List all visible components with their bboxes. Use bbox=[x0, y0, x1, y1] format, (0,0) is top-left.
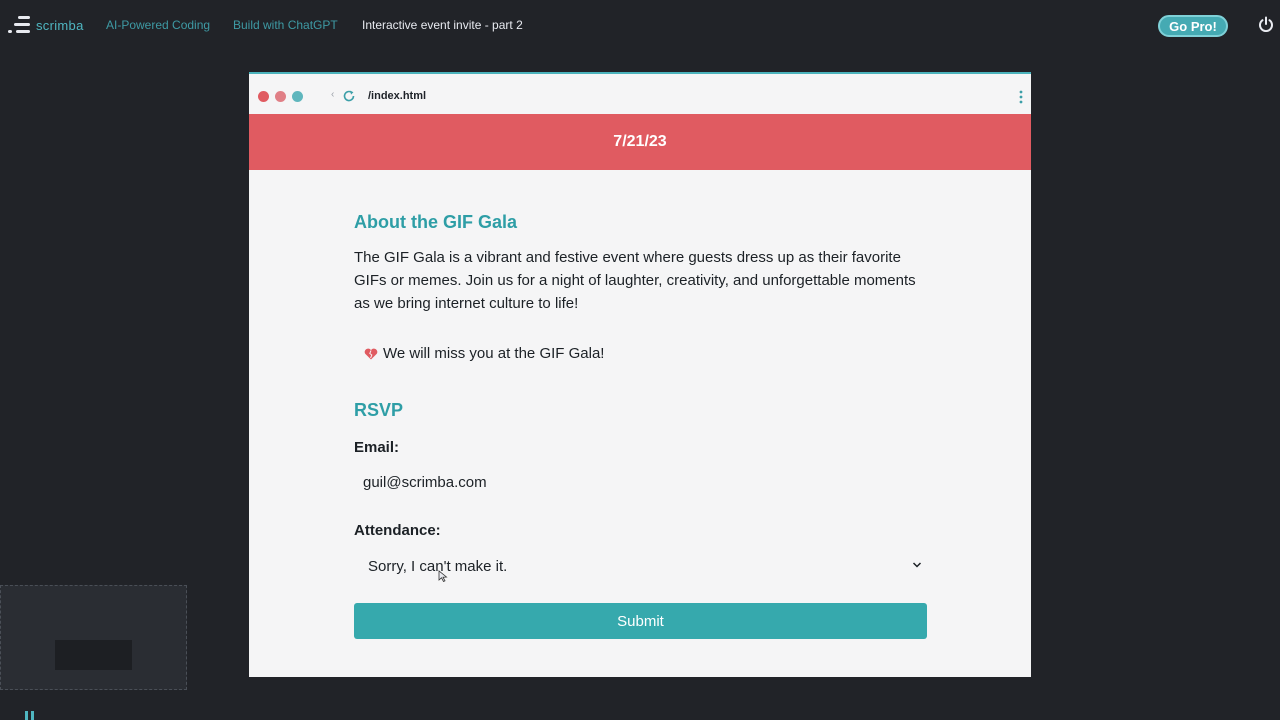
rsvp-heading: RSVP bbox=[354, 400, 404, 420]
mouse-cursor-icon bbox=[438, 570, 448, 582]
address-bar-url[interactable]: /index.html bbox=[368, 90, 426, 102]
breadcrumb-course[interactable]: AI-Powered Coding bbox=[106, 18, 210, 32]
browser-toolbar: ‹ /index.html bbox=[249, 72, 1031, 116]
event-date-banner: 7/21/23 bbox=[249, 114, 1031, 170]
maximize-dot-icon[interactable] bbox=[292, 91, 303, 102]
more-menu-icon[interactable] bbox=[1019, 90, 1023, 104]
pause-icon[interactable] bbox=[24, 711, 36, 720]
about-description: The GIF Gala is a vibrant and festive ev… bbox=[354, 249, 916, 312]
close-dot-icon[interactable] bbox=[258, 91, 269, 102]
reload-icon[interactable] bbox=[342, 89, 356, 103]
top-nav-bar: scrimba AI-Powered Coding Build with Cha… bbox=[0, 0, 1280, 50]
back-arrow-icon[interactable]: ‹ bbox=[331, 89, 334, 100]
breadcrumb-lesson: Interactive event invite - part 2 bbox=[362, 18, 523, 32]
webcam-thumbnail[interactable] bbox=[0, 585, 187, 690]
submit-button[interactable]: Submit bbox=[354, 603, 927, 639]
email-field[interactable] bbox=[354, 466, 927, 498]
power-icon[interactable] bbox=[1258, 16, 1274, 32]
attendance-label: Attendance: bbox=[354, 522, 441, 539]
broken-heart-icon bbox=[364, 348, 378, 359]
scrimba-logo[interactable]: scrimba bbox=[8, 16, 84, 34]
about-section: About the GIF Gala The GIF Gala is a vib… bbox=[354, 212, 927, 362]
miss-message-text: We will miss you at the GIF Gala! bbox=[383, 345, 605, 362]
email-label: Email: bbox=[354, 439, 400, 456]
scrimba-logo-icon bbox=[8, 16, 30, 34]
rsvp-message: We will miss you at the GIF Gala! bbox=[354, 345, 927, 362]
about-heading: About the GIF Gala bbox=[354, 212, 518, 232]
preview-browser: ‹ /index.html 7/21/23 About the GIF Gala… bbox=[249, 72, 1031, 677]
chevron-down-icon[interactable] bbox=[912, 561, 922, 569]
minimize-dot-icon[interactable] bbox=[275, 91, 286, 102]
go-pro-button[interactable]: Go Pro! bbox=[1158, 15, 1228, 37]
webcam-placeholder bbox=[55, 640, 132, 670]
breadcrumb-module[interactable]: Build with ChatGPT bbox=[233, 18, 338, 32]
brand-name: scrimba bbox=[36, 17, 84, 33]
